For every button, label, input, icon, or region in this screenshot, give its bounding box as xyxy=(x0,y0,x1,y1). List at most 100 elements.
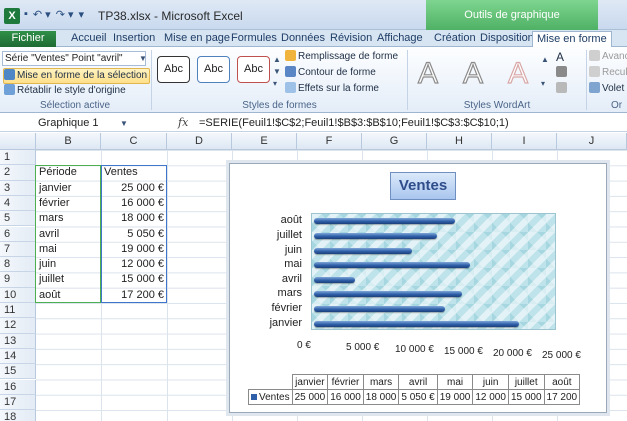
row-header[interactable]: 10 xyxy=(0,287,36,303)
selection-pane-button[interactable]: Volet xyxy=(589,82,624,98)
tab-disposition[interactable]: Disposition xyxy=(480,31,534,47)
scroll-up-icon[interactable]: ▲ xyxy=(541,55,549,64)
row-header[interactable]: 8 xyxy=(0,257,36,273)
redo-icon[interactable]: ↷ ▾ xyxy=(56,8,74,21)
text-effects-button[interactable] xyxy=(556,82,569,98)
wordart-style-1[interactable]: A xyxy=(411,56,445,92)
column-header-f[interactable]: F xyxy=(297,133,362,150)
tab-donnees[interactable]: Données xyxy=(281,31,325,47)
column-header-g[interactable]: G xyxy=(362,133,427,150)
column-header-e[interactable]: E xyxy=(232,133,297,150)
row-header[interactable]: 6 xyxy=(0,226,36,242)
row-header[interactable]: 11 xyxy=(0,303,36,319)
chart-bar[interactable] xyxy=(314,232,437,239)
column-header-i[interactable]: I xyxy=(492,133,557,150)
data-table-category: août xyxy=(543,374,581,390)
wordart-style-3[interactable]: A xyxy=(501,56,535,92)
category-label: mai xyxy=(284,258,302,271)
chart-bar[interactable] xyxy=(314,262,470,269)
data-table-value: 19 000 xyxy=(436,389,474,405)
tab-insertion[interactable]: Insertion xyxy=(113,31,155,47)
value-axis-tick-label: 20 000 € xyxy=(493,348,532,359)
ribbon: Série "Ventes" Point "avril" ▼ Mise en f… xyxy=(0,47,627,113)
text-effects-icon xyxy=(556,82,567,93)
row-header[interactable]: 14 xyxy=(0,348,36,365)
send-backward-button[interactable]: Recule xyxy=(589,66,627,82)
chevron-down-icon[interactable]: ▼ xyxy=(139,54,147,63)
undo-icon[interactable]: ↶ ▾ xyxy=(33,8,51,21)
row-header[interactable]: 18 xyxy=(0,410,36,421)
row-header[interactable]: 2 xyxy=(0,165,36,181)
row-header[interactable]: 5 xyxy=(0,211,36,227)
chart-bar[interactable] xyxy=(314,218,456,225)
bring-forward-button[interactable]: Avanc xyxy=(589,50,627,66)
tab-mise-en-forme[interactable]: Mise en forme xyxy=(532,31,612,47)
chevron-down-icon[interactable]: ▼ xyxy=(120,119,128,128)
row-header[interactable]: 16 xyxy=(0,379,36,395)
chart-bar[interactable] xyxy=(314,276,356,283)
group-label-wordart: Styles WordArt xyxy=(463,100,531,111)
more-styles-icon[interactable]: ▾ xyxy=(541,79,545,88)
tab-revision[interactable]: Révision xyxy=(330,31,372,47)
selection-pane-icon xyxy=(589,82,600,93)
row-header[interactable]: 7 xyxy=(0,241,36,258)
excel-app-icon[interactable]: X xyxy=(4,8,20,24)
save-icon[interactable]: ▪ xyxy=(24,8,28,21)
scroll-up-icon[interactable]: ▲ xyxy=(273,55,281,64)
chart-element-selector[interactable]: Série "Ventes" Point "avril" xyxy=(2,51,146,66)
chart-object[interactable]: Ventes janvier février mars avril mai juin jui… xyxy=(229,163,607,413)
chart-bar[interactable] xyxy=(314,291,462,298)
shape-style-dark[interactable]: Abc xyxy=(157,56,190,83)
row-header[interactable]: 9 xyxy=(0,272,36,288)
shape-style-red[interactable]: Abc xyxy=(237,56,270,83)
chart-bar[interactable] xyxy=(314,247,413,254)
column-header-b[interactable]: B xyxy=(36,133,101,150)
row-header[interactable]: 15 xyxy=(0,364,36,380)
formula-input[interactable]: =SERIE(Feuil1!$C$2;Feuil1!$B$3:$B$10;Feu… xyxy=(199,116,509,130)
effects-icon xyxy=(285,82,296,93)
text-fill-button[interactable]: A xyxy=(556,50,564,66)
chart-bar[interactable] xyxy=(314,306,446,313)
fx-icon[interactable]: fx xyxy=(178,116,188,129)
plot-area[interactable] xyxy=(311,213,556,330)
chart-title[interactable]: Ventes xyxy=(390,172,456,200)
shape-effects-button[interactable]: Effets sur la forme xyxy=(285,82,379,98)
row-header[interactable]: 12 xyxy=(0,318,36,334)
bring-forward-icon xyxy=(589,50,600,61)
column-header-d[interactable]: D xyxy=(167,133,232,150)
scroll-down-icon[interactable]: ▼ xyxy=(273,67,281,76)
tab-formules[interactable]: Formules xyxy=(231,31,277,47)
category-label: mars xyxy=(277,287,302,300)
row-header[interactable]: 3 xyxy=(0,180,36,196)
shape-outline-button[interactable]: Contour de forme xyxy=(285,66,376,82)
chart-bar[interactable] xyxy=(314,320,519,327)
chart-data-table[interactable]: janvier février mars avril mai juin juil… xyxy=(248,374,581,405)
column-header-h[interactable]: H xyxy=(427,133,492,150)
pencil-icon xyxy=(556,66,567,77)
select-all-corner[interactable] xyxy=(0,133,36,150)
data-table-category: janvier xyxy=(291,374,329,390)
column-header-c[interactable]: C xyxy=(101,133,167,150)
column-header-j[interactable]: J xyxy=(557,133,627,150)
data-table-category: mai xyxy=(436,374,474,390)
row-header[interactable]: 13 xyxy=(0,333,36,349)
data-table-value: 16 000 xyxy=(327,389,364,405)
category-range-highlight xyxy=(35,165,101,303)
row-header[interactable]: 4 xyxy=(0,195,36,212)
tab-creation[interactable]: Création xyxy=(434,31,476,47)
tab-fichier[interactable]: Fichier xyxy=(0,31,56,47)
data-table-value: 12 000 xyxy=(472,389,509,405)
row-header[interactable]: 1 xyxy=(0,150,36,166)
row-header[interactable]: 17 xyxy=(0,394,36,411)
shape-style-blue[interactable]: Abc xyxy=(197,56,230,83)
tab-accueil[interactable]: Accueil xyxy=(71,31,106,47)
reset-style-button[interactable]: Rétablir le style d'origine xyxy=(4,84,126,100)
more-styles-icon[interactable]: ▾ xyxy=(273,79,277,88)
customize-qat-icon[interactable]: ▾ xyxy=(79,8,85,21)
wordart-style-2[interactable]: A xyxy=(456,56,490,92)
format-selection-button[interactable]: Mise en forme de la sélection xyxy=(3,68,151,84)
tab-mise-en-page[interactable]: Mise en page xyxy=(164,31,230,47)
tab-affichage[interactable]: Affichage xyxy=(377,31,423,47)
text-outline-button[interactable] xyxy=(556,66,569,82)
shape-fill-button[interactable]: Remplissage de forme xyxy=(285,50,398,66)
